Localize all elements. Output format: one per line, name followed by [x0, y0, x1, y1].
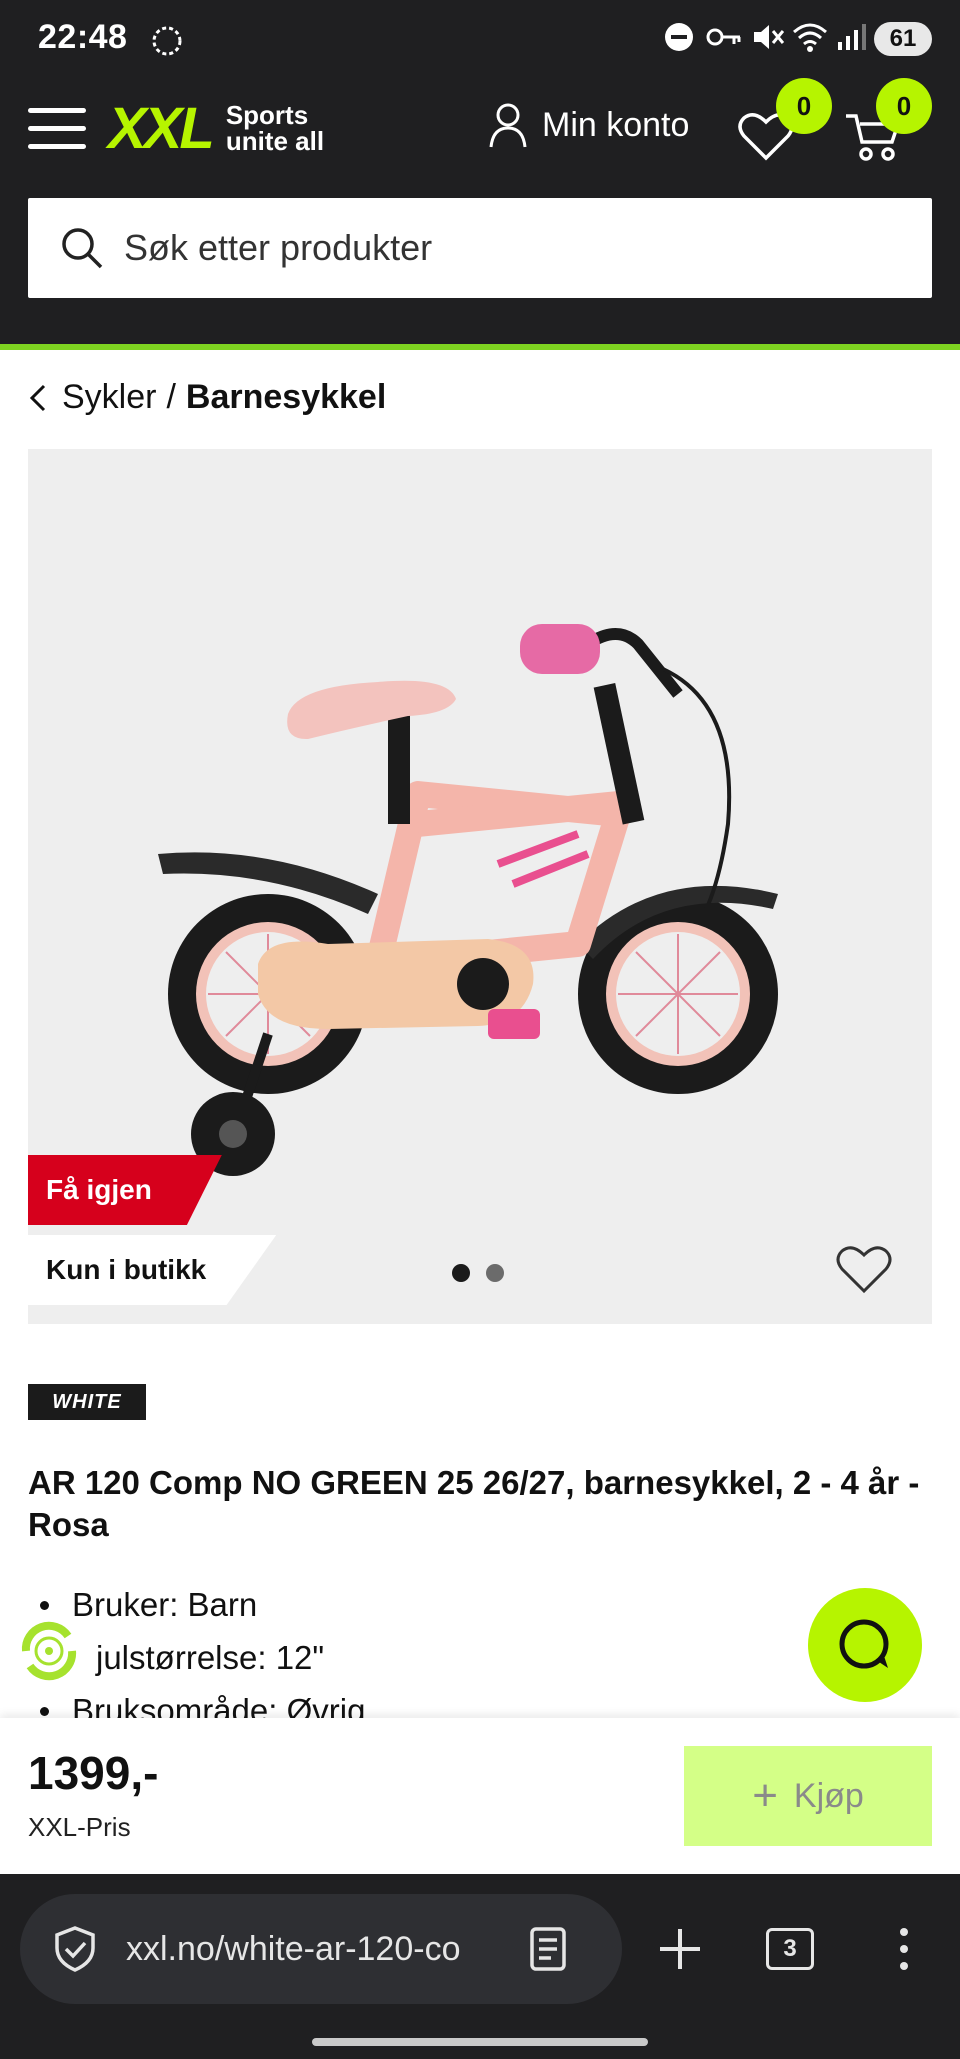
chevron-left-icon[interactable] — [28, 383, 48, 413]
search-bar[interactable] — [28, 198, 932, 298]
breadcrumb: Sykler / Barnesykkel — [28, 378, 386, 417]
account-link[interactable]: Min konto — [488, 102, 689, 148]
gesture-navigation-bar[interactable] — [312, 2038, 648, 2046]
logo-wordmark: XXL — [108, 95, 215, 161]
gallery-pagination[interactable] — [452, 1264, 520, 1282]
breadcrumb-current: Barnesykkel — [185, 378, 387, 416]
wifi-icon — [793, 23, 827, 52]
mute-icon — [754, 25, 784, 49]
site-logo[interactable]: XXL Sports unite all — [108, 96, 324, 161]
add-to-favorites-heart-icon[interactable] — [836, 1243, 892, 1295]
battery-indicator: 61 — [874, 22, 932, 56]
product-title: AR 120 Comp NO GREEN 25 26/27, barnesykk… — [28, 1464, 920, 1543]
url-text: xxl.no/white-ar-120-co — [126, 1929, 461, 1968]
sustainability-recycle-icon[interactable] — [16, 1618, 82, 1684]
hamburger-menu-icon[interactable] — [28, 108, 86, 150]
user-icon — [489, 103, 527, 148]
logo-tagline: Sports unite all — [226, 102, 324, 154]
chat-support-button[interactable] — [808, 1588, 922, 1702]
header-accent-line — [0, 344, 960, 350]
cart-count-badge: 0 — [876, 78, 932, 134]
breadcrumb-parent[interactable]: Sykler — [62, 378, 156, 417]
vpn-key-icon — [706, 28, 741, 46]
reader-mode-icon[interactable] — [528, 1926, 568, 1972]
price-label: XXL-Pris — [28, 1812, 131, 1842]
badge-cashback: Få igjen — [28, 1155, 222, 1225]
buy-button-label: Kjøp — [793, 1776, 864, 1815]
product-image-bike — [158, 624, 778, 1176]
do-not-disturb-icon — [665, 23, 693, 51]
page: 22:48 61 XXL Sports unite all Min konto … — [0, 0, 960, 2059]
badge-in-store-only: Kun i butikk — [28, 1235, 277, 1305]
buy-button[interactable]: + Kjøp — [684, 1746, 932, 1846]
wishlist-count-badge: 0 — [776, 78, 832, 134]
account-label: Min konto — [542, 105, 690, 144]
search-icon — [62, 228, 103, 269]
sticky-buy-bar: 1399,- XXL-Pris + Kjøp — [0, 1718, 960, 1874]
address-bar[interactable]: xxl.no/white-ar-120-co — [20, 1894, 622, 2004]
status-bar: 22:48 61 — [0, 0, 960, 66]
plus-icon: + — [752, 1771, 778, 1820]
product-price: 1399,- — [28, 1747, 159, 1799]
status-time: 22:48 — [38, 18, 128, 56]
new-tab-plus-icon[interactable] — [656, 1925, 704, 1973]
cellular-signal-icon — [838, 24, 866, 50]
signal-messenger-icon — [152, 26, 182, 56]
overflow-menu-icon[interactable] — [896, 1926, 912, 1972]
gallery-dot-active[interactable] — [452, 1264, 470, 1282]
chat-bubble-icon — [839, 1619, 889, 1669]
product-image-gallery[interactable]: Få igjen Kun i butikk — [28, 449, 932, 1324]
security-shield-icon[interactable] — [50, 1924, 100, 1974]
breadcrumb-separator: / — [166, 378, 176, 416]
browser-toolbar: xxl.no/white-ar-120-co 3 — [0, 1874, 960, 2059]
logo-tagline-line2: unite all — [225, 126, 325, 156]
gallery-dot[interactable] — [486, 1264, 504, 1282]
search-input[interactable] — [124, 227, 884, 269]
brand-logo[interactable]: WHITE — [28, 1384, 146, 1420]
tab-switcher-button[interactable]: 3 — [766, 1928, 814, 1970]
